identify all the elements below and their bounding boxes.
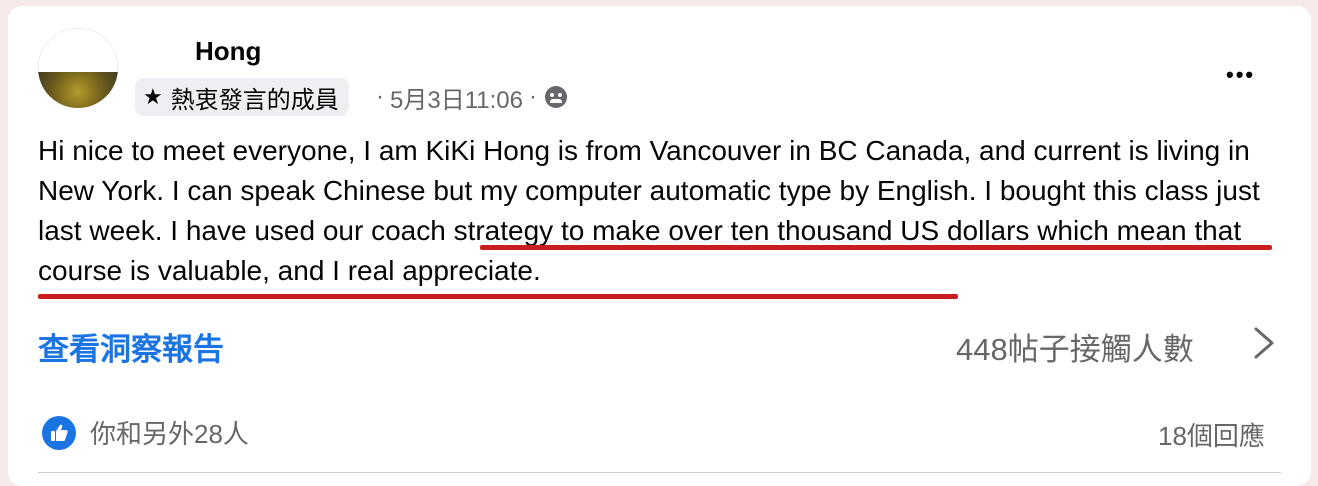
badge-label: 熱衷發言的成員 [170, 86, 339, 114]
author-name[interactable]: Hong [195, 36, 261, 67]
avatar[interactable] [38, 28, 118, 108]
like-icon [42, 415, 76, 450]
meta-separator: · [528, 83, 537, 110]
reactions-summary[interactable]: 你和另外28人 [42, 414, 249, 451]
meta-separator: · [376, 83, 384, 110]
member-badge[interactable]: ★ 熱衷發言的成員 [135, 78, 349, 116]
post-card: Hong ★ 熱衷發言的成員 · 5月3日11:06 · ••• Hi nice… [8, 6, 1311, 486]
post-timestamp[interactable]: 5月3日11:06 [390, 80, 523, 115]
comments-count[interactable]: 18個回應 [1158, 416, 1265, 453]
view-insights-link[interactable]: 查看洞察報告 [38, 324, 224, 369]
group-icon [544, 86, 567, 108]
star-icon: ★ [143, 84, 163, 109]
post-body: Hi nice to meet everyone, I am KiKi Hong… [38, 135, 1260, 286]
divider [38, 472, 1281, 473]
more-options-icon[interactable]: ••• [1226, 62, 1255, 88]
reactions-label: 你和另外28人 [90, 419, 249, 449]
post-meta: · 5月3日11:06 · [370, 78, 567, 116]
chevron-right-icon[interactable] [1248, 323, 1278, 363]
highlight-underline [38, 294, 958, 299]
post-reach-count[interactable]: 448帖子接觸人數 [956, 324, 1194, 369]
highlight-underline [480, 245, 1272, 250]
avatar-crop [38, 28, 118, 72]
